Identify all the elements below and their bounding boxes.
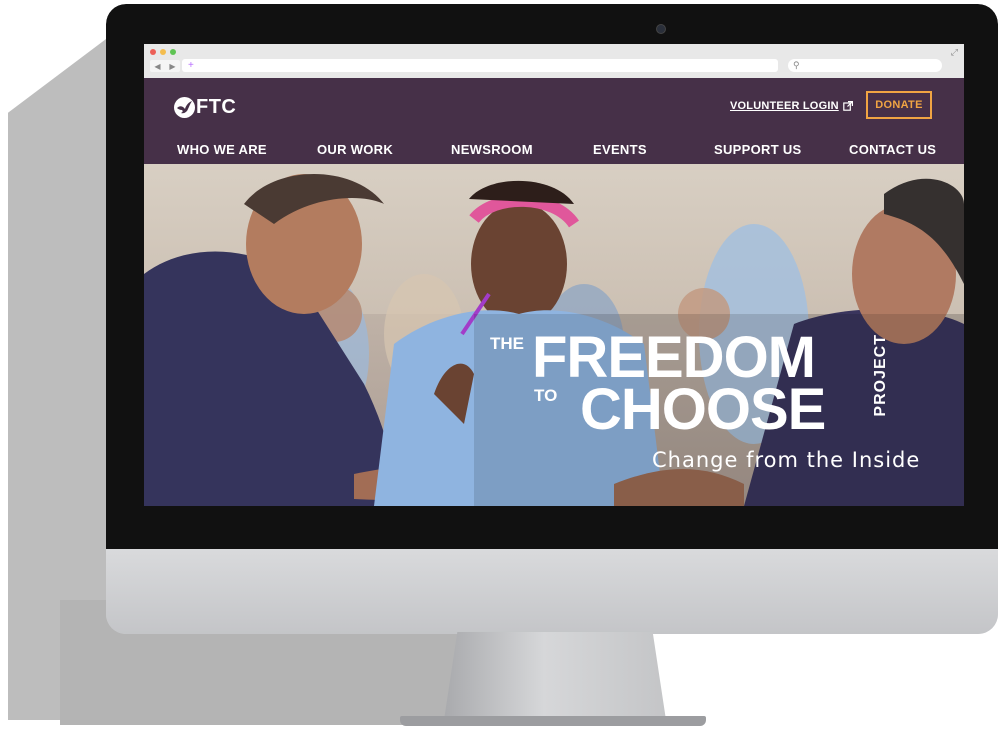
main-nav: WHO WE ARE OUR WORK NEWSROOM EVENTS SUPP… [144, 142, 964, 164]
browser-toolbar: ◀ ▶ + ⚲ ⤢ [144, 44, 964, 79]
site-logo[interactable]: FTC [174, 96, 236, 119]
camera-icon [656, 24, 666, 34]
site-header: FTC VOLUNTEER LOGIN DONATE WHO WE ARE OU… [144, 78, 964, 164]
fullscreen-icon[interactable]: ⤢ [951, 47, 958, 58]
browser-nav-buttons: ◀ ▶ [150, 60, 180, 72]
nav-support-us[interactable]: SUPPORT US [714, 142, 802, 157]
browser-search-input[interactable]: ⚲ [788, 59, 942, 72]
donate-label: DONATE [875, 99, 923, 111]
hero-title-project: PROJECT [872, 334, 889, 417]
hero-title: THE FREEDOM TO CHOOSE PROJECT Change fro… [490, 328, 950, 504]
monitor-stand-foot [400, 716, 706, 726]
monitor-chin [106, 549, 998, 634]
hero-tagline: Change from the Inside [652, 448, 921, 472]
nav-events[interactable]: EVENTS [593, 142, 647, 157]
close-window-icon[interactable] [150, 49, 156, 55]
nav-contact-us[interactable]: CONTACT US [849, 142, 936, 157]
hero-banner: THE FREEDOM TO CHOOSE PROJECT Change fro… [144, 164, 964, 506]
external-link-icon [842, 101, 853, 111]
nav-our-work[interactable]: OUR WORK [317, 142, 393, 157]
address-bar[interactable]: + [182, 59, 778, 72]
volunteer-login-label: VOLUNTEER LOGIN [730, 100, 839, 112]
dove-icon [174, 97, 195, 118]
minimize-window-icon[interactable] [160, 49, 166, 55]
new-tab-plus-icon: + [188, 60, 194, 71]
forward-arrow-icon[interactable]: ▶ [169, 62, 175, 71]
nav-newsroom[interactable]: NEWSROOM [451, 142, 533, 157]
nav-who-we-are[interactable]: WHO WE ARE [177, 142, 267, 157]
back-arrow-icon[interactable]: ◀ [154, 62, 160, 71]
monitor-stand [444, 632, 666, 720]
volunteer-login-link[interactable]: VOLUNTEER LOGIN [730, 100, 853, 112]
hero-title-the: THE [490, 334, 524, 353]
maximize-window-icon[interactable] [170, 49, 176, 55]
search-icon: ⚲ [793, 60, 800, 70]
logo-text: FTC [196, 96, 237, 118]
donate-button[interactable]: DONATE [866, 91, 932, 119]
hero-title-choose: CHOOSE [580, 377, 826, 442]
hero-title-to: TO [534, 386, 558, 405]
screen: ◀ ▶ + ⚲ ⤢ FTC VOLUNTEER LOGIN DONATE WHO… [144, 44, 964, 506]
